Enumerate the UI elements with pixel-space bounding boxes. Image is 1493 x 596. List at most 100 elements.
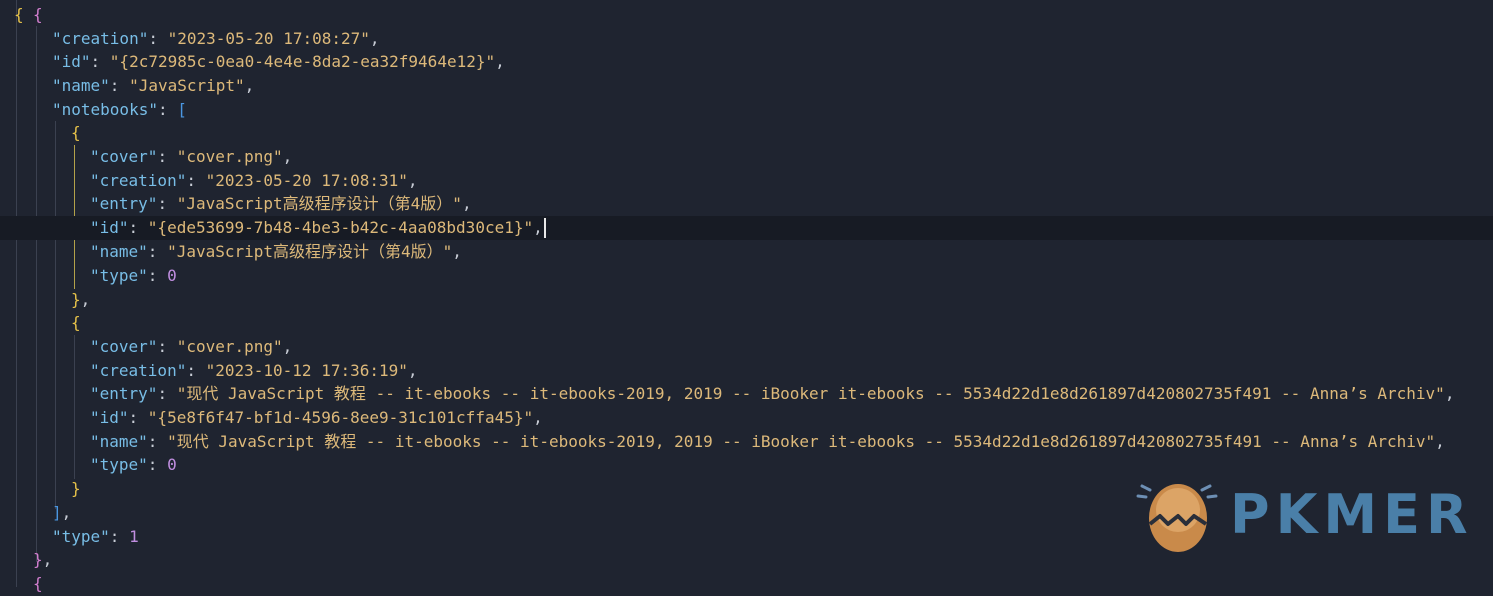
code-token: {: [71, 123, 81, 142]
code-token: }: [33, 550, 43, 569]
code-token: "name": [90, 432, 148, 451]
code-text: {: [71, 121, 81, 145]
code-line: "notebooks": [: [0, 98, 1493, 122]
code-token: :: [186, 171, 206, 190]
code-token: :: [90, 52, 110, 71]
pkmer-watermark: PKMER: [1136, 476, 1468, 556]
code-token: "2023-05-20 17:08:27": [167, 29, 370, 48]
code-token: :: [147, 242, 168, 261]
code-token: :: [109, 76, 130, 95]
code-token: "name": [90, 242, 148, 261]
code-token: "{5e8f6f47-bf1d-4596-8ee9-31c101cffa45}": [147, 408, 534, 427]
code-token: "现代 JavaScript 教程 -- it-ebooks -- it-ebo…: [167, 432, 1436, 451]
code-line: "name": "JavaScript高级程序设计（第4版）",: [0, 240, 1493, 264]
code-token: :: [186, 361, 206, 380]
code-line: {: [0, 3, 1493, 27]
code-line: "name": "现代 JavaScript 教程 -- it-ebooks -…: [0, 430, 1493, 454]
logo-text: PKMER: [1230, 483, 1474, 546]
code-token: [: [177, 100, 187, 119]
code-token: "type": [90, 266, 148, 285]
code-line: "type": 0: [0, 264, 1493, 288]
text-cursor: [544, 218, 546, 238]
code-token: :: [157, 100, 178, 119]
code-token: :: [147, 266, 168, 285]
code-token: :: [128, 218, 148, 237]
code-text: ],: [52, 501, 71, 525]
code-text: "name": "现代 JavaScript 教程 -- it-ebooks -…: [90, 430, 1445, 454]
code-text: }: [71, 477, 81, 501]
code-line: "cover": "cover.png",: [0, 335, 1493, 359]
code-line: "creation": "2023-05-20 17:08:27",: [0, 27, 1493, 51]
code-line: "entry": "现代 JavaScript 教程 -- it-ebooks …: [0, 382, 1493, 406]
code-line: "entry": "JavaScript高级程序设计（第4版）",: [0, 192, 1493, 216]
code-text: "id": "{5e8f6f47-bf1d-4596-8ee9-31c101cf…: [90, 406, 543, 430]
code-token: {: [33, 5, 43, 24]
code-line: "creation": "2023-05-20 17:08:31",: [0, 169, 1493, 193]
code-line: {: [0, 572, 1493, 596]
code-token: "JavaScript高级程序设计（第4版）": [176, 194, 462, 213]
code-token: ,: [80, 290, 91, 309]
code-token: "JavaScript": [129, 76, 245, 95]
code-token: :: [157, 194, 177, 213]
code-text: },: [71, 288, 90, 312]
code-token: :: [128, 408, 148, 427]
code-token: ,: [452, 242, 462, 261]
code-token: :: [147, 432, 168, 451]
code-token: ,: [369, 29, 380, 48]
code-token: :: [109, 527, 130, 546]
code-token: ,: [461, 194, 472, 213]
code-token: :: [157, 147, 177, 166]
code-token: "id": [90, 218, 129, 237]
code-token: ,: [1435, 432, 1445, 451]
code-token: "type": [90, 455, 148, 474]
code-token: "2023-05-20 17:08:31": [205, 171, 408, 190]
egg-logo-icon: [1136, 484, 1218, 552]
code-token: 0: [167, 455, 177, 474]
code-token: ,: [61, 503, 72, 522]
code-token: }: [71, 290, 81, 309]
code-line: "id": "{5e8f6f47-bf1d-4596-8ee9-31c101cf…: [0, 406, 1493, 430]
code-token: ]: [52, 503, 62, 522]
code-token: "id": [52, 52, 91, 71]
code-token: :: [147, 455, 168, 474]
code-token: ,: [282, 337, 293, 356]
code-text: "type": 0: [90, 453, 177, 477]
code-line: "cover": "cover.png",: [0, 145, 1493, 169]
code-token: "{2c72985c-0ea0-4e4e-8da2-ea32f9464e12}": [109, 52, 496, 71]
code-text: "cover": "cover.png",: [90, 145, 292, 169]
code-text: "creation": "2023-05-20 17:08:31",: [90, 169, 418, 193]
code-token: "现代 JavaScript 教程 -- it-ebooks -- it-ebo…: [176, 384, 1445, 403]
code-text: {: [33, 572, 43, 596]
code-token: :: [157, 384, 177, 403]
code-token: 0: [167, 266, 177, 285]
code-text: "name": "JavaScript",: [52, 74, 254, 98]
code-token: :: [157, 337, 177, 356]
code-text: "creation": "2023-05-20 17:08:27",: [52, 27, 380, 51]
code-text: "type": 1: [52, 525, 139, 549]
code-line: {: [0, 311, 1493, 335]
code-line: "id": "{2c72985c-0ea0-4e4e-8da2-ea32f946…: [0, 50, 1493, 74]
code-line-current[interactable]: "id": "{ede53699-7b48-4be3-b42c-4aa08bd3…: [0, 216, 1493, 240]
code-line: "type": 0: [0, 453, 1493, 477]
code-token: "cover": [90, 337, 158, 356]
code-token: ,: [407, 171, 418, 190]
code-token: ,: [282, 147, 293, 166]
code-token: ,: [533, 218, 543, 237]
code-token: ,: [244, 76, 255, 95]
code-text: "type": 0: [90, 264, 177, 288]
code-text: },: [33, 548, 52, 572]
code-token: {: [33, 574, 43, 593]
code-text: "id": "{2c72985c-0ea0-4e4e-8da2-ea32f946…: [52, 50, 505, 74]
code-token: ,: [407, 361, 418, 380]
code-token: "creation": [90, 171, 187, 190]
code-text: "id": "{ede53699-7b48-4be3-b42c-4aa08bd3…: [90, 216, 543, 240]
code-text: {: [33, 3, 43, 27]
code-text: "entry": "JavaScript高级程序设计（第4版）",: [90, 192, 472, 216]
code-token: "2023-10-12 17:36:19": [205, 361, 408, 380]
code-token: "entry": [90, 384, 158, 403]
code-token: ,: [533, 408, 543, 427]
code-text: "notebooks": [: [52, 98, 187, 122]
code-token: "cover.png": [176, 337, 283, 356]
code-token: "creation": [52, 29, 149, 48]
code-token: "notebooks": [52, 100, 158, 119]
